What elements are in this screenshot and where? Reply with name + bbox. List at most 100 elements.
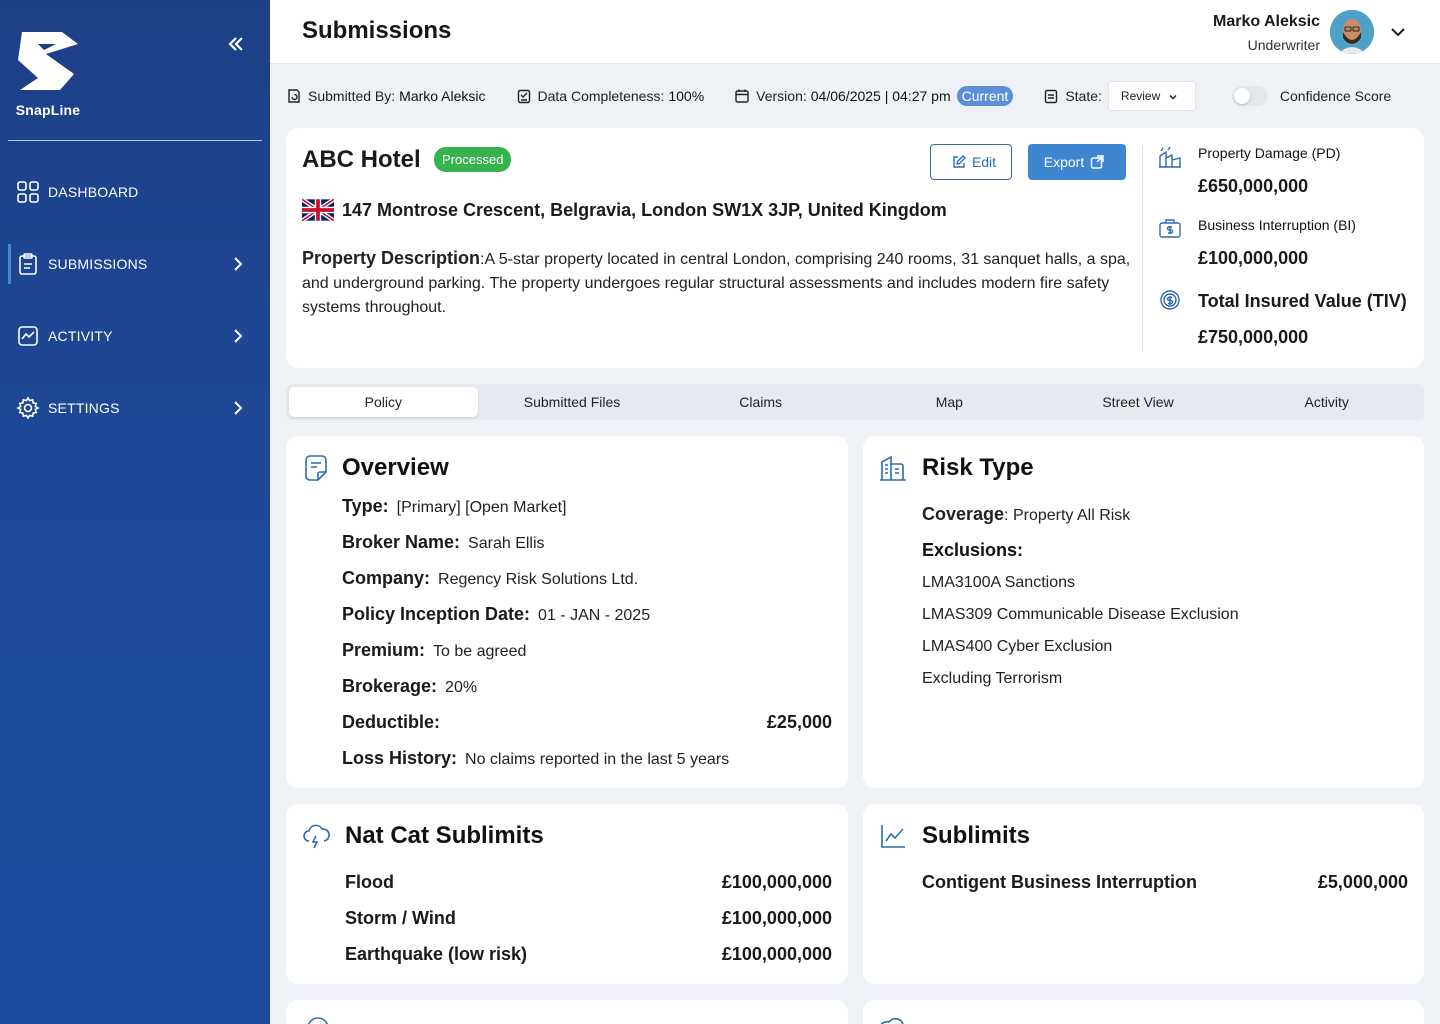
line-chart-icon bbox=[881, 825, 905, 848]
edit-button[interactable]: Edit bbox=[930, 144, 1012, 180]
overview-card: Overview Type: [Primary] [Open Market] Br… bbox=[286, 436, 848, 788]
state-select-value: Review bbox=[1120, 89, 1161, 103]
exclusion-item: Excluding Terrorism bbox=[922, 670, 1063, 687]
submitted-by-value: Marko Aleksic bbox=[399, 88, 486, 104]
sidebar-item-label: SETTINGS bbox=[48, 400, 120, 416]
metric-label: Business Interruption (BI) bbox=[1198, 217, 1356, 233]
metric-value: £100,000,000 bbox=[1198, 248, 1309, 268]
sublimit-row: Contigent Business Interruption £5,000,00… bbox=[922, 872, 1408, 892]
nat-cat-title: Nat Cat Sublimits bbox=[345, 822, 544, 849]
overview-field: Broker Name: Sarah Ellis bbox=[342, 532, 545, 552]
briefcase-money-icon bbox=[1159, 219, 1181, 238]
sidebar-item-settings[interactable]: SETTINGS bbox=[8, 388, 262, 428]
sidebar-item-dashboard[interactable]: DASHBOARD bbox=[8, 172, 262, 212]
state-info: State: Review bbox=[1043, 81, 1196, 111]
top-header: Submissions Marko Aleksic Underwriter bbox=[270, 0, 1440, 64]
sidebar-item-label: ACTIVITY bbox=[48, 328, 113, 344]
user-name: Marko Aleksic bbox=[1212, 13, 1320, 30]
exclusion-item: LMA3100A Sanctions bbox=[922, 574, 1075, 591]
completeness-value: 100% bbox=[668, 88, 705, 104]
description-label: Property Description bbox=[302, 248, 481, 268]
export-button[interactable]: Export bbox=[1028, 144, 1126, 180]
state-select[interactable]: Review bbox=[1107, 81, 1196, 111]
confidence-score-toggle[interactable] bbox=[1231, 86, 1268, 106]
chevron-right-icon bbox=[234, 329, 243, 343]
sidebar-item-submissions[interactable]: SUBMISSIONS bbox=[8, 244, 262, 284]
activity-chart-icon bbox=[16, 324, 40, 348]
overview-title: Overview bbox=[342, 454, 449, 481]
sublimit-row: Earthquake (low risk) £100,000,000 bbox=[345, 944, 832, 964]
clipboard-icon bbox=[16, 252, 40, 276]
user-role: Underwriter bbox=[1247, 37, 1320, 53]
app-name: SnapLine bbox=[15, 102, 81, 118]
tab-policy[interactable]: Policy bbox=[289, 387, 478, 417]
detail-tabs: Policy Submitted Files Claims Map Street… bbox=[286, 384, 1424, 420]
confidence-score-label: Confidence Score bbox=[1279, 88, 1392, 104]
property-summary-card: ABC Hotel Processed Edit Export 147 Mont… bbox=[286, 128, 1424, 368]
checklist-icon bbox=[517, 89, 530, 104]
info-circle-icon bbox=[307, 1017, 329, 1024]
current-version-badge: Current bbox=[956, 86, 1014, 106]
cloud-icon bbox=[881, 1017, 904, 1024]
next-card-right bbox=[863, 1000, 1424, 1024]
sidebar-item-activity[interactable]: ACTIVITY bbox=[8, 316, 262, 356]
tab-activity[interactable]: Activity bbox=[1232, 387, 1421, 417]
document-note-icon bbox=[305, 455, 327, 481]
chevron-right-icon bbox=[234, 257, 243, 271]
metric-label: Property Damage (PD) bbox=[1198, 145, 1341, 161]
submitted-by: Submitted By: Marko Aleksic bbox=[286, 88, 486, 104]
exclusion-item: LMAS400 Cyber Exclusion bbox=[922, 638, 1113, 655]
tab-map[interactable]: Map bbox=[855, 387, 1044, 417]
sublimit-row: Flood £100,000,000 bbox=[345, 872, 832, 892]
submission-info-bar: Submitted By: Marko Aleksic Data Complet… bbox=[286, 78, 1426, 114]
sublimits-card: Sublimits Contigent Business Interruptio… bbox=[863, 804, 1424, 984]
status-badge: Processed bbox=[434, 147, 512, 172]
deductible-row: Deductible: £25,000 bbox=[342, 712, 832, 732]
building-damage-icon bbox=[1159, 146, 1181, 168]
double-chevron-left-icon bbox=[228, 37, 243, 51]
edit-icon bbox=[953, 155, 966, 168]
gear-icon bbox=[16, 396, 40, 420]
snapline-logo-icon bbox=[18, 32, 78, 90]
calendar-icon bbox=[735, 89, 749, 103]
risk-type-title: Risk Type bbox=[922, 454, 1034, 481]
sidebar-item-label: SUBMISSIONS bbox=[48, 256, 148, 272]
sublimits-title: Sublimits bbox=[922, 822, 1031, 849]
collapse-sidebar-button[interactable] bbox=[226, 34, 250, 54]
sidebar-divider bbox=[8, 140, 262, 141]
overview-field: Brokerage: 20% bbox=[342, 676, 478, 696]
building-icon bbox=[880, 455, 906, 481]
coverage: Coverage: Property All Risk bbox=[922, 504, 1131, 524]
app-logo[interactable]: SnapLine bbox=[14, 30, 82, 118]
export-icon bbox=[1091, 155, 1104, 169]
data-completeness: Data Completeness: 100% bbox=[516, 88, 705, 104]
chevron-right-icon bbox=[234, 401, 243, 415]
exclusion-item: LMAS309 Communicable Disease Exclusion bbox=[922, 606, 1239, 623]
version-info: Version: 04/06/2025 | 04:27 pm Current bbox=[734, 86, 1014, 106]
overview-field: Policy Inception Date: 01 - JAN - 2025 bbox=[342, 604, 651, 624]
next-card-left bbox=[286, 1000, 848, 1024]
page-title: Submissions bbox=[302, 17, 452, 44]
grid-icon bbox=[16, 180, 40, 204]
refresh-document-icon bbox=[288, 89, 300, 103]
user-avatar-icon bbox=[1330, 10, 1374, 54]
sublimit-row: Storm / Wind £100,000,000 bbox=[345, 908, 832, 928]
chevron-down-icon[interactable] bbox=[1388, 22, 1408, 42]
card-divider bbox=[1142, 146, 1143, 352]
property-name: ABC Hotel bbox=[302, 146, 421, 173]
property-description: Property Description:A 5-star property l… bbox=[302, 246, 1132, 320]
sidebar-item-label: DASHBOARD bbox=[48, 184, 139, 200]
chevron-down-icon bbox=[1169, 94, 1177, 100]
clipboard-icon bbox=[1045, 89, 1058, 104]
sidebar: SnapLine DASHBOARD SUBMISSIONS ACTIVITY … bbox=[0, 0, 270, 1024]
nat-cat-sublimits-card: Nat Cat Sublimits Flood £100,000,000 Stor… bbox=[286, 804, 848, 984]
uk-flag-icon bbox=[302, 198, 334, 222]
tab-submitted-files[interactable]: Submitted Files bbox=[478, 387, 667, 417]
avatar[interactable] bbox=[1330, 10, 1374, 54]
overview-field: Company: Regency Risk Solutions Ltd. bbox=[342, 568, 639, 588]
risk-type-card: Risk Type Coverage: Property All Risk Ex… bbox=[863, 436, 1424, 788]
tab-claims[interactable]: Claims bbox=[666, 387, 855, 417]
tab-street-view[interactable]: Street View bbox=[1044, 387, 1233, 417]
confidence-score: Confidence Score bbox=[1228, 86, 1391, 106]
exclusions-label: Exclusions: bbox=[922, 540, 1024, 560]
